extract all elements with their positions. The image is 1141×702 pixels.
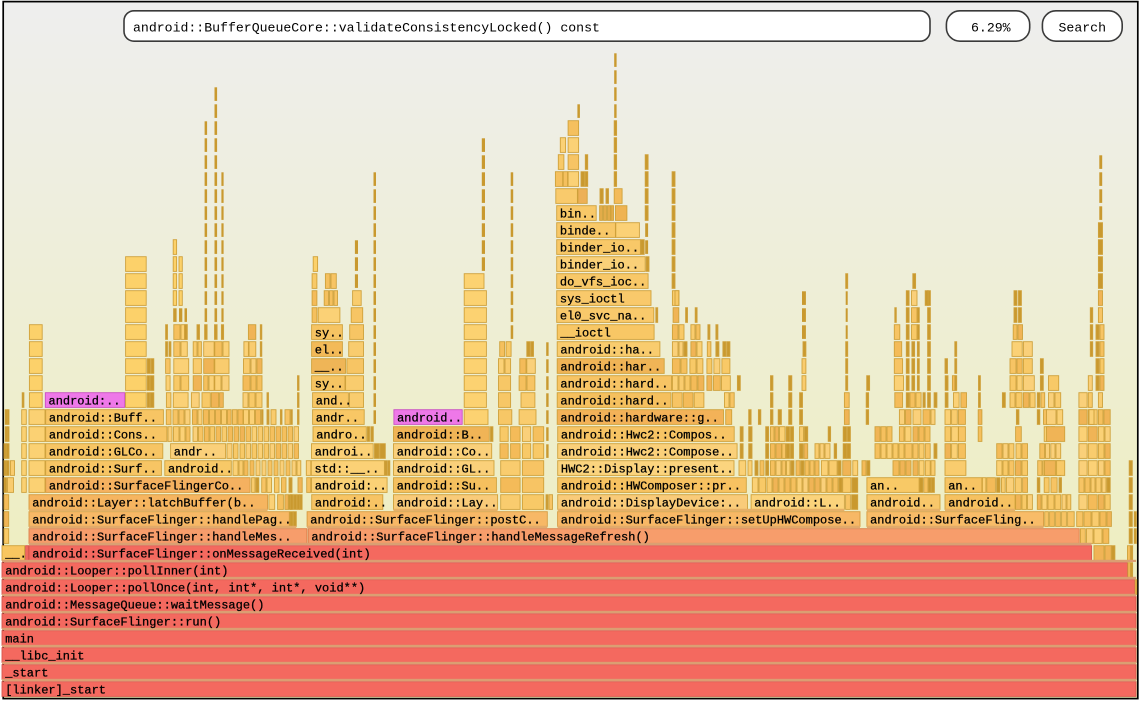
svg-text:android::SurfaceFlinger::run(): android::SurfaceFlinger::run() — [5, 616, 221, 630]
svg-text:andr..: andr.. — [174, 446, 217, 460]
svg-text:android::SurfaceFlinger::handl: android::SurfaceFlinger::handleMes.. — [32, 531, 291, 545]
svg-text:android::Looper::pollInner(int: android::Looper::pollInner(int) — [5, 565, 228, 579]
svg-text:android::SurfaceFling..: android::SurfaceFling.. — [870, 514, 1036, 528]
svg-text:main: main — [5, 633, 34, 647]
svg-text:android::Cons..: android::Cons.. — [49, 429, 157, 443]
svg-text:Search: Search — [1059, 21, 1106, 36]
svg-text:andro..: andro.. — [316, 429, 366, 443]
svg-text:android::L..: android::L.. — [754, 497, 840, 511]
svg-text:android::BufferQueueCore::vali: android::BufferQueueCore::validateConsis… — [133, 21, 600, 36]
svg-text:el0_svc_na..: el0_svc_na.. — [560, 310, 646, 324]
svg-text:android::SurfaceFlinger::handl: android::SurfaceFlinger::handlePag.. — [32, 514, 291, 528]
svg-text:android:..: android:.. — [49, 395, 121, 409]
svg-text:std::__..: std::__.. — [315, 463, 380, 477]
svg-text:and..: and.. — [316, 395, 352, 409]
svg-text:android::hard..: android::hard.. — [560, 395, 668, 409]
svg-text:_start: _start — [4, 667, 48, 681]
svg-text:an..: an.. — [870, 480, 899, 494]
svg-text:android::DisplayDevice:..: android::DisplayDevice:.. — [561, 497, 741, 511]
svg-text:android::Hwc2::Compose..: android::Hwc2::Compose.. — [561, 446, 734, 460]
svg-text:android::har..: android::har.. — [560, 361, 661, 375]
svg-text:android::Surf..: android::Surf.. — [49, 463, 157, 477]
svg-text:__.: __. — [4, 548, 27, 562]
svg-text:android::Looper::pollOnce(int,: android::Looper::pollOnce(int, int*, int… — [5, 582, 365, 596]
svg-text:androi..: androi.. — [315, 446, 373, 460]
svg-text:binder_io..: binder_io.. — [560, 259, 639, 273]
svg-text:6.29%: 6.29% — [971, 21, 1011, 36]
svg-text:binde..: binde.. — [560, 225, 610, 239]
svg-text:android::SurfaceFlinger::onMes: android::SurfaceFlinger::onMessageReceiv… — [32, 548, 370, 562]
svg-text:HWC2::Display::present..: HWC2::Display::present.. — [561, 463, 734, 477]
svg-text:bin..: bin.. — [560, 208, 596, 222]
svg-text:binder_io..: binder_io.. — [560, 242, 639, 256]
svg-text:android::hard..: android::hard.. — [560, 378, 668, 392]
svg-text:android..: android.. — [168, 463, 233, 477]
svg-text:android::Su..: android::Su.. — [397, 480, 491, 494]
svg-text:android::hardware::g..: android::hardware::g.. — [560, 412, 718, 426]
svg-text:android::MessageQueue::waitMes: android::MessageQueue::waitMessage() — [5, 599, 264, 613]
svg-text:android::B..: android::B.. — [397, 429, 483, 443]
svg-text:android::Layer::latchBuffer(b.: android::Layer::latchBuffer(b.. — [32, 497, 255, 511]
svg-text:android::SurfaceFlingerCo..: android::SurfaceFlingerCo.. — [49, 480, 243, 494]
svg-text:el..: el.. — [315, 344, 344, 358]
svg-text:android::Hwc2::Compos..: android::Hwc2::Compos.. — [561, 429, 727, 443]
svg-text:sy..: sy.. — [315, 327, 344, 341]
svg-text:android::GL..: android::GL.. — [397, 463, 491, 477]
svg-text:__..: __.. — [314, 361, 344, 375]
svg-text:sys_ioctl: sys_ioctl — [560, 293, 625, 307]
svg-text:__libc_init: __libc_init — [4, 650, 84, 664]
svg-text:android::Co..: android::Co.. — [397, 446, 491, 460]
svg-text:android::HWComposer::pr..: android::HWComposer::pr.. — [561, 480, 741, 494]
svg-text:sy..: sy.. — [315, 378, 344, 392]
svg-text:android..: android.. — [948, 497, 1013, 511]
svg-text:android::GLCo..: android::GLCo.. — [49, 446, 157, 460]
svg-text:android..: android.. — [870, 497, 935, 511]
svg-text:do_vfs_ioc..: do_vfs_ioc.. — [560, 276, 646, 290]
svg-text:android::SurfaceFlinger::setUp: android::SurfaceFlinger::setUpHWCompose.… — [561, 514, 856, 528]
svg-text:android:..: android:.. — [315, 480, 387, 494]
svg-text:[linker]_start: [linker]_start — [5, 684, 106, 698]
svg-text:andr..: andr.. — [316, 412, 359, 426]
svg-text:android..: android.. — [397, 412, 462, 426]
svg-text:android::SurfaceFlinger::postC: android::SurfaceFlinger::postC.. — [310, 514, 540, 528]
svg-text:android::ha..: android::ha.. — [560, 344, 654, 358]
svg-text:an..: an.. — [948, 480, 977, 494]
svg-text:android::SurfaceFlinger::handl: android::SurfaceFlinger::handleMessageRe… — [311, 531, 649, 545]
svg-text:android::Buff..: android::Buff.. — [49, 412, 157, 426]
svg-text:android:..: android:.. — [315, 497, 387, 511]
svg-text:__ioctl: __ioctl — [559, 327, 610, 341]
svg-text:android::Lay..: android::Lay.. — [397, 497, 498, 511]
